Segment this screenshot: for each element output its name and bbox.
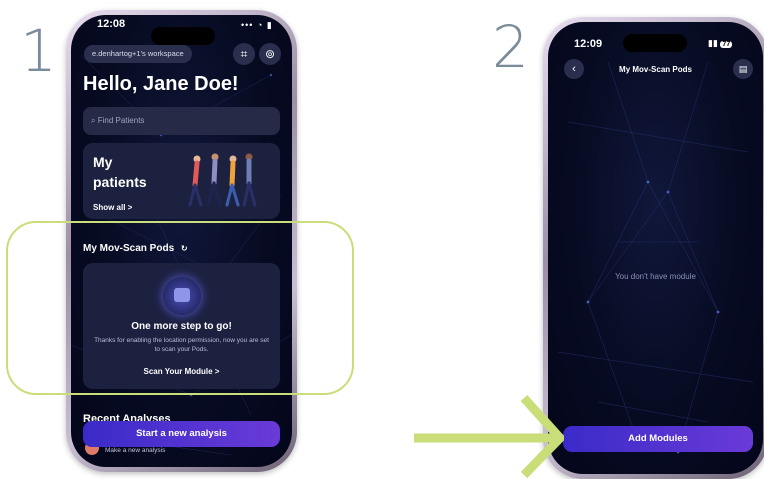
search-input[interactable]: ⌕ Find Patients — [83, 107, 280, 135]
greeting-title: Hello, Jane Doe! — [83, 73, 239, 95]
start-new-analysis-button[interactable]: Start a new analysis — [83, 421, 280, 447]
status-time: 12:09 — [574, 38, 603, 50]
workspace-selector[interactable]: e.denhartog+1's workspace — [84, 45, 192, 63]
my-patients-card[interactable]: My patients Show all > — [83, 143, 280, 219]
phone-2-screen: 12:09 ▮▮ 77 ‹ My Mov-Scan Pods ▤ You don… — [548, 22, 763, 474]
settings-icon[interactable]: ⊚ — [259, 43, 281, 65]
status-time: 12:08 — [97, 18, 126, 30]
recent-item-label: Make a new analysis — [105, 447, 166, 454]
body-network-background — [557, 61, 754, 454]
signal-icon: ▮▮ — [708, 38, 718, 48]
patients-card-title-line1: My — [93, 154, 113, 170]
walking-people-illustration — [188, 153, 257, 207]
step-number-1: 1 — [20, 17, 57, 85]
status-icons: ••• ◔ ▮ — [241, 20, 273, 30]
arrow-icon — [414, 394, 564, 478]
scan-qr-icon[interactable]: ⌗ — [233, 43, 255, 65]
highlight-box — [6, 221, 354, 395]
screen-title: My Mov-Scan Pods — [619, 65, 692, 74]
add-modules-button[interactable]: Add Modules — [563, 426, 753, 452]
dynamic-island — [151, 27, 215, 45]
search-icon: ⌕ — [91, 116, 96, 125]
patients-card-title-line2: patients — [93, 174, 147, 190]
show-all-link[interactable]: Show all > — [93, 203, 132, 212]
status-icons: ▮▮ 77 — [708, 38, 733, 49]
phone-2-frame: 12:09 ▮▮ 77 ‹ My Mov-Scan Pods ▤ You don… — [543, 17, 764, 479]
search-placeholder: Find Patients — [97, 116, 145, 125]
dynamic-island — [623, 34, 687, 52]
step-number-2: 2 — [492, 13, 529, 81]
trash-icon[interactable]: ▤ — [733, 59, 753, 79]
battery-icon: 77 — [720, 41, 733, 48]
empty-state-message: You don't have module — [615, 272, 696, 281]
